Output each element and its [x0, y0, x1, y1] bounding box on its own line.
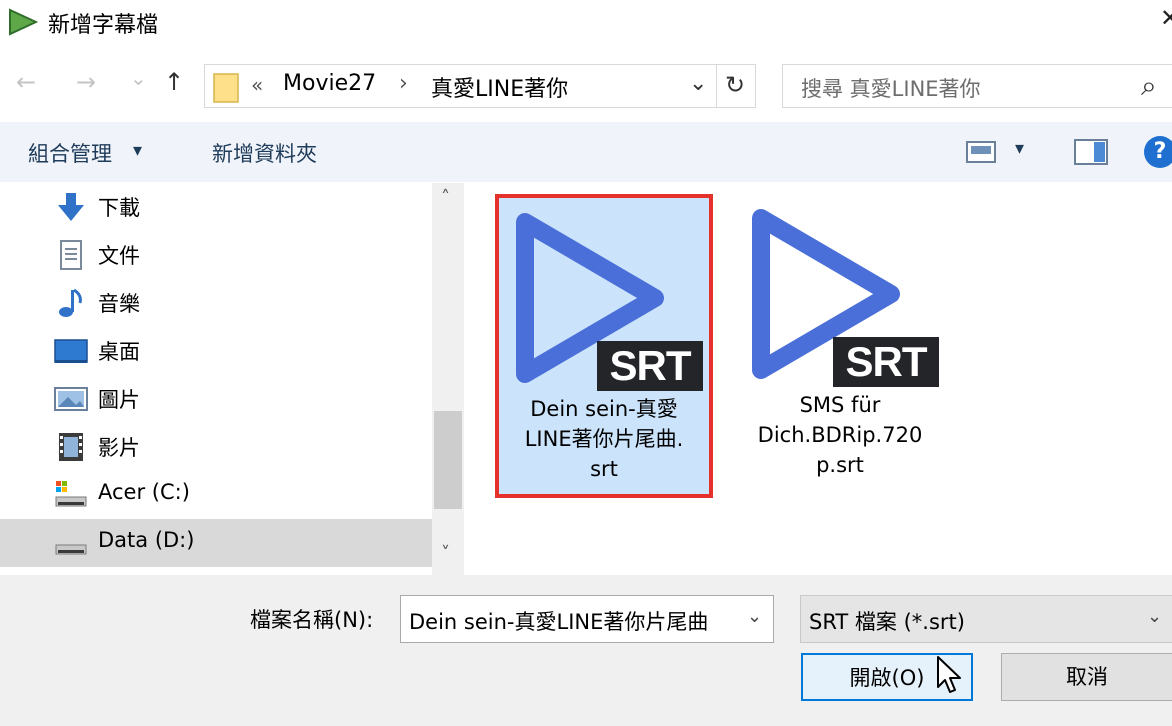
- close-icon[interactable]: ✕: [1160, 4, 1172, 32]
- recent-locations-chevron-icon[interactable]: ⌄: [130, 66, 147, 90]
- drive-d-icon: [55, 544, 87, 555]
- folder-icon: [213, 73, 239, 103]
- drive-c-icon: [55, 481, 87, 507]
- search-icon[interactable]: ⌕: [1141, 69, 1157, 103]
- sidebar-item-label: 下載: [98, 196, 140, 220]
- srt-badge: SRT: [833, 337, 939, 387]
- filename-field[interactable]: Dein sein-真愛LINE著你片尾曲 ⌄: [400, 595, 774, 643]
- address-bar[interactable]: « Movie27 › 真愛LINE著你 ⌄ ↻: [204, 64, 756, 108]
- sidebar-item-label: Data (D:): [98, 528, 195, 552]
- file-item[interactable]: SRT SMS für Dich.BDRip.720 p.srt: [735, 198, 945, 494]
- file-name-line: SMS für: [799, 393, 881, 417]
- breadcrumb-item-movie27[interactable]: Movie27: [283, 71, 376, 96]
- view-dropdown-icon[interactable]: ▾: [1015, 138, 1024, 159]
- file-type-select[interactable]: SRT 檔案 (*.srt) ⌄: [800, 595, 1172, 643]
- breadcrumb-overflow-icon[interactable]: «: [251, 73, 263, 97]
- sidebar-item-label: 文件: [98, 244, 140, 268]
- title-bar: 新增字幕檔 ✕: [0, 0, 1172, 46]
- videos-icon: [59, 433, 83, 461]
- navigation-pane: 下載 文件 音樂 桌面 圖片 影片 Acer (C:) Data (D:): [0, 183, 432, 575]
- file-name-label: Dein sein-真愛 LINE著你片尾曲. srt: [499, 394, 709, 484]
- file-name-label: SMS für Dich.BDRip.720 p.srt: [735, 390, 945, 480]
- sidebar-item-label: 桌面: [98, 340, 140, 364]
- help-icon[interactable]: ?: [1144, 136, 1172, 168]
- new-folder-button[interactable]: 新增資料夾: [212, 138, 317, 168]
- app-play-icon: [9, 8, 38, 36]
- address-dropdown-icon[interactable]: ⌄: [689, 71, 707, 96]
- filename-dropdown-icon[interactable]: ⌄: [747, 606, 762, 627]
- navigation-scrollbar[interactable]: ˄ ˅: [432, 183, 464, 575]
- document-icon: [60, 240, 82, 270]
- sidebar-item-videos[interactable]: 影片: [0, 423, 432, 471]
- up-arrow-icon[interactable]: ↑: [164, 68, 184, 96]
- forward-arrow-icon[interactable]: →: [76, 68, 96, 96]
- cancel-button[interactable]: 取消: [1001, 653, 1172, 701]
- sidebar-item-drive-d[interactable]: Data (D:): [0, 519, 432, 567]
- file-name-line: srt: [590, 457, 618, 481]
- organize-button[interactable]: 組合管理: [28, 138, 112, 168]
- refresh-icon[interactable]: ↻: [725, 71, 745, 99]
- file-name-line: p.srt: [816, 453, 864, 477]
- download-icon: [58, 193, 84, 221]
- file-list: SRT Dein sein-真愛 LINE著你片尾曲. srt SRT SMS …: [465, 183, 1172, 575]
- file-name-line: LINE著你片尾曲.: [524, 427, 684, 451]
- address-divider: [716, 64, 717, 108]
- file-name-line: Dich.BDRip.720: [757, 423, 923, 447]
- sidebar-item-desktop[interactable]: 桌面: [0, 327, 432, 375]
- sidebar-item-label: 影片: [98, 436, 140, 460]
- file-type-dropdown-icon[interactable]: ⌄: [1147, 606, 1162, 627]
- search-box[interactable]: 搜尋 真愛LINE著你 ⌕: [782, 64, 1172, 108]
- organize-dropdown-icon[interactable]: ▾: [133, 140, 142, 161]
- music-icon: [59, 288, 82, 317]
- srt-badge: SRT: [597, 341, 703, 391]
- view-options-icon[interactable]: [966, 140, 996, 164]
- file-type-value: SRT 檔案 (*.srt): [809, 610, 965, 634]
- scrollbar-thumb[interactable]: [434, 411, 462, 509]
- sidebar-item-downloads[interactable]: 下載: [0, 183, 432, 231]
- preview-pane-icon[interactable]: [1074, 139, 1108, 165]
- desktop-icon: [54, 339, 88, 363]
- search-input[interactable]: 搜尋 真愛LINE著你: [801, 73, 981, 103]
- command-toolbar: 組合管理 ▾ 新增資料夾 ▾ ?: [0, 122, 1172, 182]
- sidebar-item-label: Acer (C:): [98, 480, 190, 504]
- dialog-footer: 檔案名稱(N): Dein sein-真愛LINE著你片尾曲 ⌄ SRT 檔案 …: [0, 575, 1172, 726]
- sidebar-item-drive-c[interactable]: Acer (C:): [0, 471, 432, 519]
- file-item-selected[interactable]: SRT Dein sein-真愛 LINE著你片尾曲. srt: [495, 194, 713, 498]
- scroll-up-icon[interactable]: ˄: [441, 187, 450, 208]
- sidebar-item-pictures[interactable]: 圖片: [0, 375, 432, 423]
- back-arrow-icon[interactable]: ←: [16, 68, 36, 96]
- sidebar-item-label: 圖片: [98, 388, 140, 412]
- sidebar-item-documents[interactable]: 文件: [0, 231, 432, 279]
- breadcrumb-separator-icon[interactable]: ›: [399, 71, 408, 96]
- pictures-icon: [54, 387, 88, 411]
- file-name-line: Dein sein-真愛: [530, 397, 678, 421]
- mouse-cursor-icon: [937, 656, 961, 693]
- window-title: 新增字幕檔: [48, 13, 159, 38]
- filename-label: 檔案名稱(N):: [250, 608, 374, 632]
- scroll-down-icon[interactable]: ˅: [441, 543, 450, 564]
- sidebar-item-music[interactable]: 音樂: [0, 279, 432, 327]
- filename-input[interactable]: Dein sein-真愛LINE著你片尾曲: [409, 606, 739, 636]
- sidebar-item-label: 音樂: [98, 292, 140, 316]
- breadcrumb-item-current[interactable]: 真愛LINE著你: [431, 71, 568, 103]
